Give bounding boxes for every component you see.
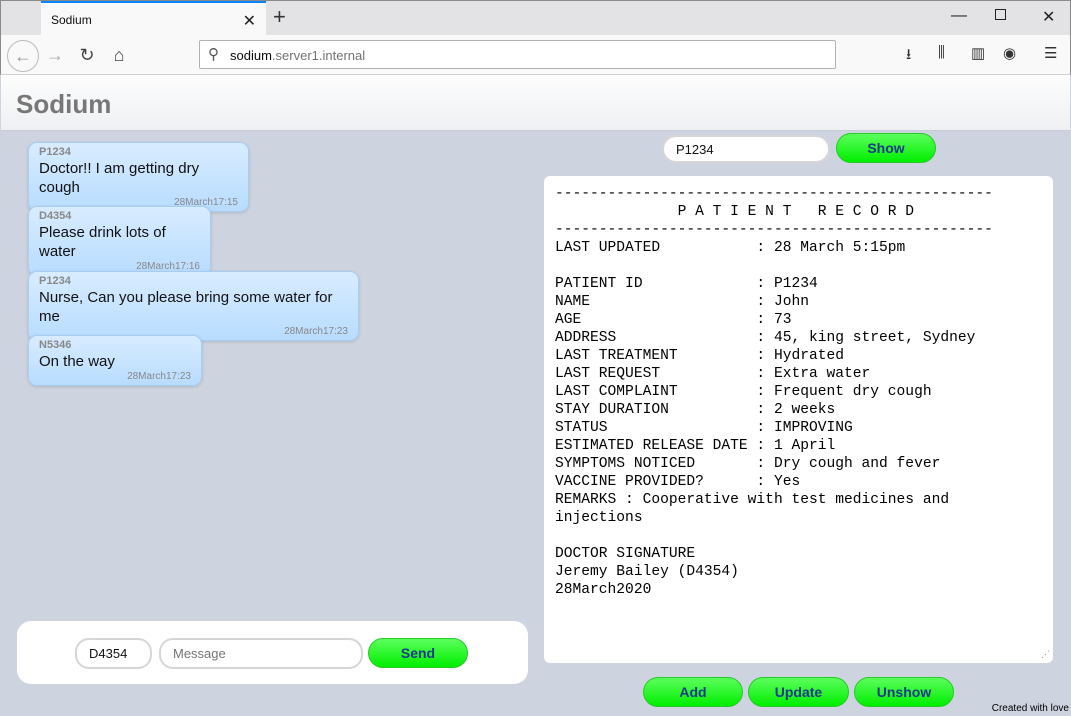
message-input[interactable] [159, 638, 363, 669]
account-icon[interactable]: ◉ [1003, 44, 1016, 62]
search-icon: ⚲ [208, 46, 219, 63]
reload-icon[interactable]: ↻ [73, 42, 101, 68]
message-sender: N5346 [39, 339, 72, 351]
url-text: sodium.server1.internal [230, 48, 365, 63]
update-button[interactable]: Update [748, 677, 849, 707]
footer-note: Created with love [991, 703, 1069, 714]
message-sender: P1234 [39, 275, 71, 287]
sender-id-input[interactable] [75, 638, 152, 669]
browser-nav-bar: ← → ↻ ⌂ ⚲ sodium.server1.internal ⭳ ⫼ ▥ … [0, 35, 1071, 75]
message-text: Please drink lots of water [39, 224, 166, 260]
back-icon[interactable]: ← [7, 40, 39, 72]
send-button[interactable]: Send [368, 638, 468, 668]
address-bar[interactable]: ⚲ sodium.server1.internal [199, 40, 836, 69]
url-domain: .server1.internal [271, 48, 366, 63]
patient-id-input[interactable] [662, 135, 830, 163]
message-sender: D4354 [39, 210, 72, 222]
show-button[interactable]: Show [836, 133, 936, 163]
add-button[interactable]: Add [643, 677, 743, 707]
browser-tab[interactable]: Sodium ✕ [41, 1, 266, 36]
patient-record-textarea[interactable]: ----------------------------------------… [544, 176, 1053, 663]
url-host: sodium [230, 48, 272, 63]
download-icon[interactable]: ⭳ [906, 44, 911, 69]
browser-tab-bar: Sodium ✕ + — ✕ [0, 0, 1071, 36]
chat-message: D4354 Please drink lots of water 28March… [28, 206, 211, 276]
patient-record-text: ----------------------------------------… [555, 186, 993, 598]
message-text: On the way [39, 353, 115, 370]
chat-message: P1234 Nurse, Can you please bring some w… [28, 271, 359, 341]
close-tab-icon[interactable]: ✕ [243, 11, 256, 31]
close-window-icon[interactable]: ✕ [1042, 7, 1055, 27]
home-icon[interactable]: ⌂ [105, 42, 133, 68]
forward-icon[interactable]: → [41, 42, 69, 68]
menu-icon[interactable]: ☰ [1044, 44, 1057, 62]
resize-grip-icon[interactable]: ⋰ [1041, 649, 1050, 660]
message-sender: P1234 [39, 146, 71, 158]
app-title: Sodium [16, 89, 112, 119]
chat-message: N5346 On the way 28March17:23 [28, 335, 202, 386]
unshow-button[interactable]: Unshow [854, 677, 954, 707]
compose-panel: Send [17, 621, 528, 684]
sidebar-icon[interactable]: ▥ [971, 44, 985, 62]
message-text: Nurse, Can you please bring some water f… [39, 289, 333, 325]
message-text: Doctor!! I am getting dry cough [39, 160, 200, 196]
new-tab-icon[interactable]: + [273, 5, 286, 29]
minimize-icon[interactable]: — [951, 7, 967, 25]
message-time: 28March17:23 [127, 371, 191, 382]
library-icon[interactable]: ⫼ [938, 44, 945, 61]
tab-title: Sodium [51, 13, 92, 27]
app-header: Sodium [1, 75, 1070, 131]
chat-message: P1234 Doctor!! I am getting dry cough 28… [28, 142, 249, 212]
maximize-icon[interactable] [995, 9, 1006, 20]
